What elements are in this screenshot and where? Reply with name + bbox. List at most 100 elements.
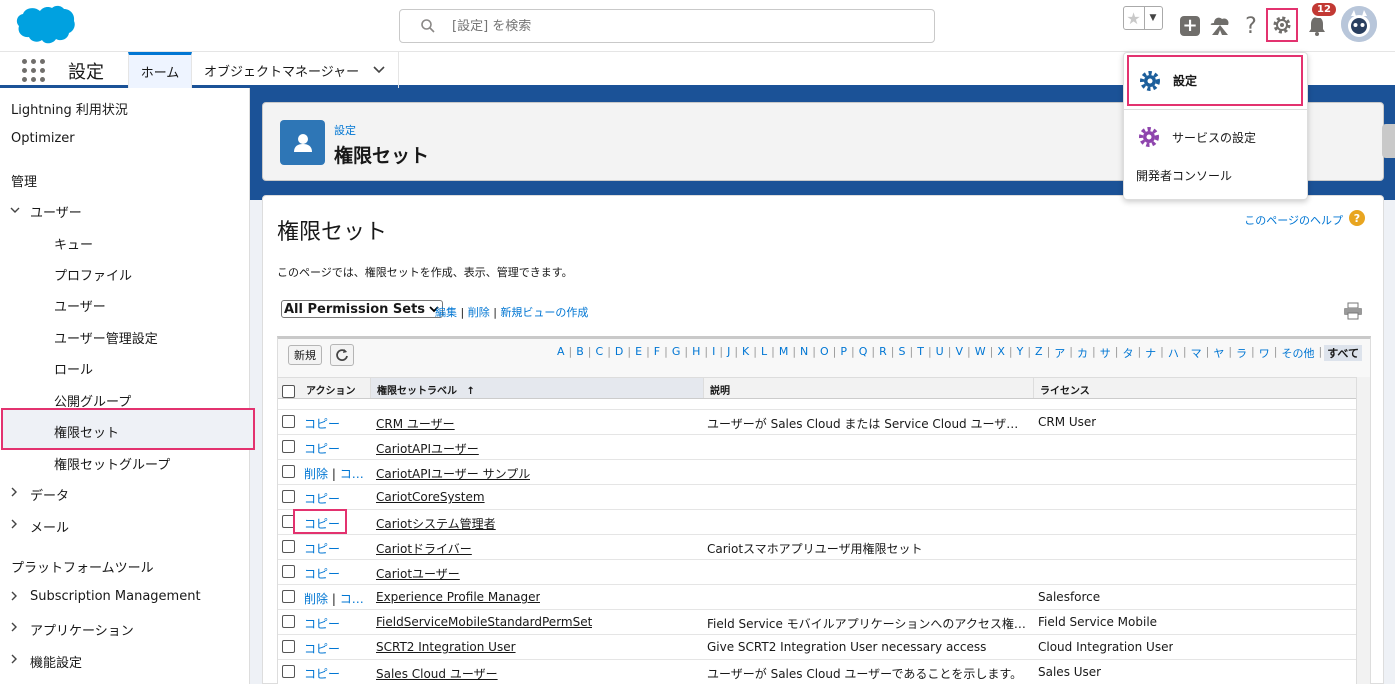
alpha-filter-item[interactable]: U (934, 345, 946, 361)
user-avatar[interactable] (1341, 6, 1377, 42)
alpha-filter-item[interactable]: A (555, 345, 567, 361)
row-checkbox[interactable] (282, 465, 295, 478)
copy-link[interactable]: コ… (340, 467, 364, 481)
alpha-filter-item[interactable]: S (897, 345, 908, 361)
alpha-filter-item[interactable]: その他 (1279, 345, 1316, 361)
permission-set-label-link[interactable]: Cariotユーザー (376, 565, 460, 582)
copy-link[interactable]: コピー (304, 492, 340, 506)
alpha-filter-item[interactable]: E (633, 345, 644, 361)
alpha-filter-item[interactable]: ワ (1257, 345, 1272, 361)
chevron-right-icon[interactable] (10, 487, 18, 500)
permission-set-label-link[interactable]: FieldServiceMobileStandardPermSet (376, 615, 592, 629)
alpha-filter-item[interactable]: ヤ (1211, 345, 1226, 361)
sidebar-item-permission-sets[interactable]: 権限セット (54, 422, 119, 441)
alpha-filter-item[interactable]: G (670, 345, 683, 361)
salesforce-logo[interactable] (14, 5, 76, 47)
alpha-filter-item[interactable]: K (740, 345, 751, 361)
permission-set-label-link[interactable]: Sales Cloud ユーザー (376, 665, 498, 682)
alpha-filter-item[interactable]: T (915, 345, 926, 361)
alpha-filter-item[interactable]: P (838, 345, 849, 361)
col-license[interactable]: ライセンス (1033, 378, 1363, 398)
alpha-filter-item[interactable]: N (798, 345, 810, 361)
alpha-filter-item[interactable]: B (574, 345, 586, 361)
permission-set-label-link[interactable]: CariotAPIユーザー サンプル (376, 465, 530, 482)
col-description[interactable]: 説明 (703, 378, 1033, 398)
setup-gear-button[interactable] (1266, 8, 1298, 42)
sidebar-item-queues[interactable]: キュー (54, 234, 93, 253)
row-checkbox[interactable] (282, 615, 295, 628)
row-checkbox[interactable] (282, 665, 295, 678)
alpha-filter-item[interactable]: V (953, 345, 965, 361)
chevron-right-icon[interactable] (10, 622, 18, 635)
chevron-down-icon[interactable] (373, 63, 385, 77)
trailhead-button[interactable] (1207, 8, 1233, 44)
sidebar-item-users-group[interactable]: ユーザー (30, 202, 82, 221)
edit-view-link[interactable]: 編集 (435, 306, 457, 319)
new-button[interactable]: 新規 (288, 345, 322, 365)
scrollbar[interactable] (1356, 377, 1370, 684)
row-checkbox[interactable] (282, 415, 295, 428)
alpha-filter-item[interactable]: ア (1052, 345, 1067, 361)
help-icon[interactable]: ? (1349, 210, 1365, 226)
sidebar-item-feature-settings[interactable]: 機能設定 (30, 652, 82, 671)
alpha-filter-item[interactable]: ラ (1234, 345, 1249, 361)
printer-icon[interactable] (1343, 302, 1363, 320)
alpha-filter-item[interactable]: D (613, 345, 625, 361)
alpha-filter-item[interactable]: R (877, 345, 889, 361)
search-input[interactable] (452, 18, 852, 34)
global-search[interactable] (399, 9, 935, 43)
refresh-button[interactable] (330, 344, 354, 366)
row-checkbox[interactable] (282, 540, 295, 553)
tab-object-manager[interactable]: オブジェクトマネージャー (192, 52, 399, 88)
alpha-filter-item[interactable]: F (652, 345, 662, 361)
sidebar-item-roles[interactable]: ロール (54, 359, 93, 378)
copy-link[interactable]: コピー (304, 542, 340, 556)
chevron-down-icon[interactable] (10, 204, 20, 217)
setup-menu-item-settings[interactable]: 設定 (1127, 55, 1303, 106)
alpha-filter-item[interactable]: O (818, 345, 831, 361)
help-button[interactable]: ? (1240, 8, 1262, 44)
row-checkbox[interactable] (282, 440, 295, 453)
copy-link[interactable]: コピー (304, 442, 340, 456)
alpha-filter-item[interactable]: サ (1098, 345, 1113, 361)
permission-set-label-link[interactable]: SCRT2 Integration User (376, 640, 516, 654)
permission-set-label-link[interactable]: CariotAPIユーザー (376, 440, 479, 457)
copy-link[interactable]: コピー (304, 567, 340, 581)
delete-link[interactable]: 削除 (304, 592, 328, 606)
setup-menu-item-developer-console[interactable]: 開発者コンソール (1124, 165, 1309, 185)
alpha-filter-item[interactable]: J (725, 345, 732, 361)
alpha-filter-item[interactable]: I (710, 345, 717, 361)
sidebar-item-subscription-management[interactable]: Subscription Management (30, 589, 201, 604)
copy-link[interactable]: コピー (304, 642, 340, 656)
alpha-filter-item[interactable]: X (995, 345, 1007, 361)
app-launcher-icon[interactable] (22, 59, 46, 83)
chevron-right-icon[interactable] (10, 591, 18, 604)
alpha-filter-item[interactable]: L (759, 345, 769, 361)
permission-set-label-link[interactable]: Experience Profile Manager (376, 590, 540, 604)
sidebar-item-data[interactable]: データ (30, 485, 69, 504)
row-checkbox[interactable] (282, 640, 295, 653)
row-checkbox[interactable] (282, 490, 295, 503)
sidebar-item-users[interactable]: ユーザー (54, 296, 106, 315)
sidebar-item-public-groups[interactable]: 公開グループ (54, 391, 131, 410)
sidebar-item-permission-set-groups[interactable]: 権限セットグループ (54, 454, 170, 473)
global-actions-button[interactable]: + (1178, 8, 1202, 44)
alpha-filter-item[interactable]: カ (1075, 345, 1090, 361)
alpha-filter-item[interactable]: タ (1120, 345, 1135, 361)
tab-home[interactable]: ホーム (128, 52, 192, 88)
sidebar-item-optimizer[interactable]: Optimizer (11, 131, 75, 146)
permission-set-label-link[interactable]: Cariotドライバー (376, 540, 472, 557)
alpha-filter-current[interactable]: すべて (1324, 345, 1362, 361)
copy-link[interactable]: コピー (304, 417, 340, 431)
permission-set-label-link[interactable]: CRM ユーザー (376, 415, 455, 432)
alpha-filter-item[interactable]: ハ (1166, 345, 1181, 361)
sidebar-item-user-management-settings[interactable]: ユーザー管理設定 (54, 328, 158, 347)
alpha-filter-item[interactable]: Y (1015, 345, 1026, 361)
alpha-filter-item[interactable]: マ (1189, 345, 1204, 361)
copy-link[interactable]: コピー (304, 617, 340, 631)
sidebar-item-applications[interactable]: アプリケーション (30, 620, 134, 639)
sidebar-item-email[interactable]: メール (30, 517, 69, 536)
row-checkbox[interactable] (282, 590, 295, 603)
delete-link[interactable]: 削除 (304, 467, 328, 481)
alpha-filter-item[interactable]: W (973, 345, 988, 361)
